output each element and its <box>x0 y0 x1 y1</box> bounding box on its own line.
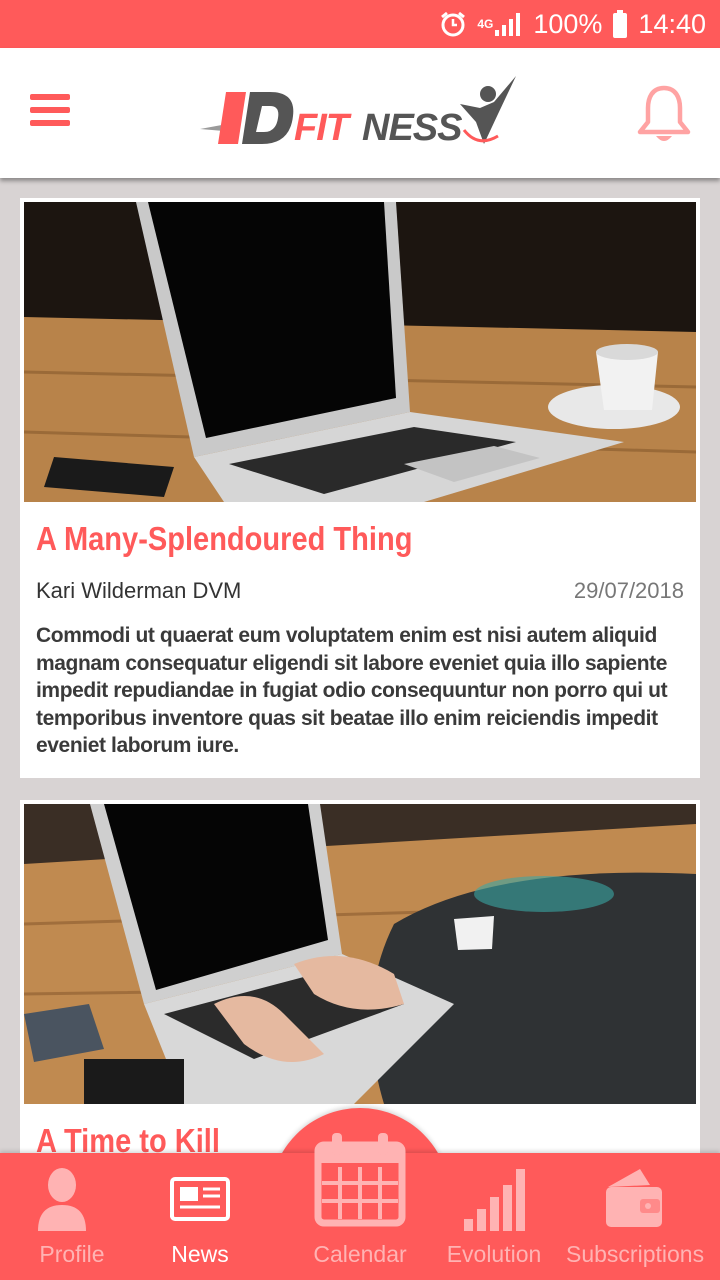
article-excerpt: Commodi ut quaerat eum voluptatem enim e… <box>36 624 668 757</box>
bottom-navigation: Profile News Calendar Evolution Subscrip… <box>0 1133 720 1280</box>
article-author: Kari Wilderman DVM <box>36 578 242 603</box>
news-icon <box>170 1177 230 1221</box>
app-logo: FIT NESS <box>198 74 520 154</box>
news-card[interactable]: A Many-Splendoured Thing Kari Wilderman … <box>20 198 700 778</box>
battery-icon <box>612 10 628 38</box>
profile-icon <box>38 1168 86 1231</box>
evolution-bars-icon <box>464 1169 525 1231</box>
nav-label: Subscriptions <box>566 1241 705 1267</box>
status-bar: 4G 100% 14:40 <box>0 0 720 48</box>
bell-icon[interactable] <box>636 84 692 144</box>
app-header: FIT NESS <box>0 48 720 178</box>
nav-item-profile[interactable]: Profile <box>0 1153 144 1280</box>
hamburger-menu-icon[interactable] <box>30 94 70 128</box>
calendar-icon <box>314 1133 406 1227</box>
svg-text:FIT: FIT <box>294 107 352 149</box>
nav-label: Profile <box>39 1241 105 1267</box>
nav-label: Evolution <box>446 1241 542 1267</box>
article-title[interactable]: A Many-Splendoured Thing <box>36 520 606 558</box>
nav-item-subscriptions[interactable]: Subscriptions <box>566 1153 705 1280</box>
wallet-icon <box>606 1169 662 1227</box>
alarm-icon <box>439 10 467 38</box>
nav-item-news[interactable]: News <box>128 1153 272 1280</box>
network-type: 4G <box>477 17 494 31</box>
svg-text:NESS: NESS <box>362 107 462 149</box>
nav-item-evolution[interactable]: Evolution <box>422 1153 566 1280</box>
nav-item-calendar[interactable]: Calendar <box>288 1133 432 1280</box>
battery-percent: 100% <box>533 8 603 39</box>
nav-label: News <box>171 1241 229 1267</box>
nav-label: Calendar <box>313 1241 407 1267</box>
article-image <box>24 804 696 1104</box>
signal-icon: 4G <box>477 12 523 36</box>
clock: 14:40 <box>638 8 706 39</box>
article-date: 29/07/2018 <box>573 578 684 603</box>
article-image <box>24 202 696 502</box>
